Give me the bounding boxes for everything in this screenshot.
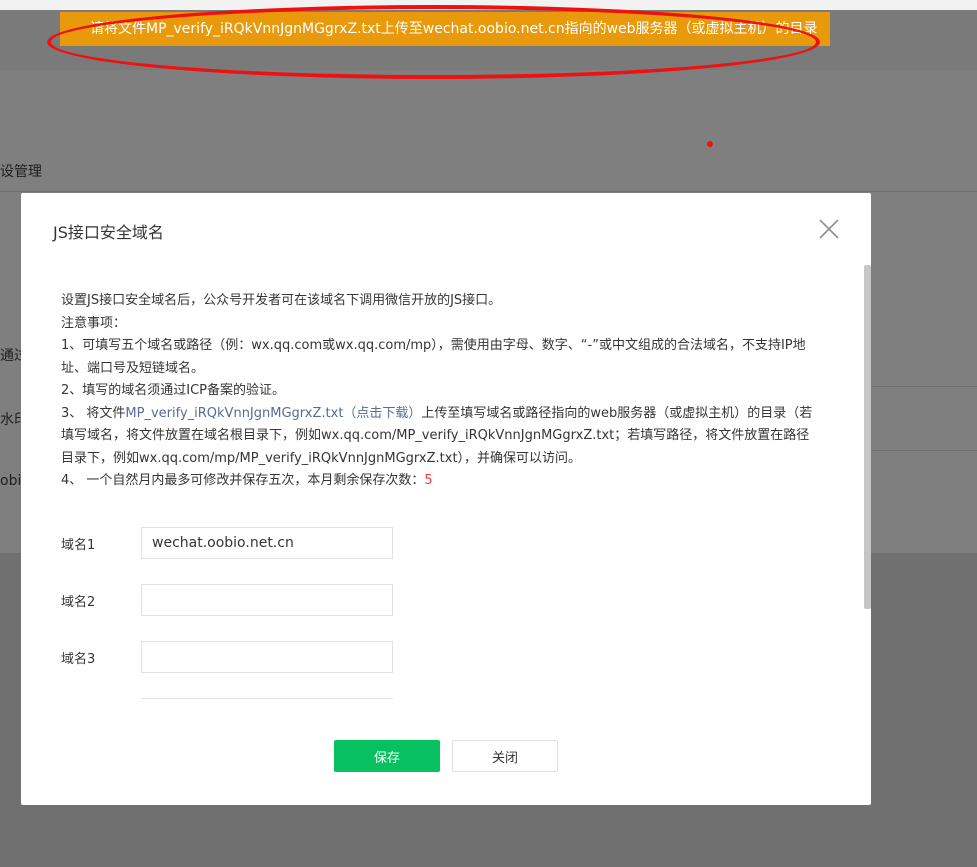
note-2: 2、填写的域名须通过ICP备案的验证。 bbox=[61, 383, 286, 398]
js-domain-dialog: JS接口安全域名 设置JS接口安全域名后，公众号开发者可在该域名下调用微信开放的… bbox=[21, 193, 871, 805]
note-3: 3、 将文件MP_verify_iRQkVnnJgnMGgrxZ.txt（点击下… bbox=[61, 403, 819, 471]
note-3-prefix: 3、 将文件 bbox=[61, 405, 126, 421]
note-4: 4、 一个自然月内最多可修改并保存五次，本月剩余保存次数：5 bbox=[61, 470, 819, 493]
domain-input-1[interactable] bbox=[141, 527, 393, 559]
domain-input-3[interactable] bbox=[141, 641, 393, 673]
note-1: 1、可填写五个域名或路径（例：wx.qq.com或wx.qq.com/mp），需… bbox=[61, 338, 806, 376]
note-4-prefix: 4、 一个自然月内最多可修改并保存五次，本月剩余保存次数： bbox=[61, 473, 425, 488]
domain-label-3: 域名3 bbox=[61, 652, 96, 667]
intro-text: 设置JS接口安全域名后，公众号开发者可在该域名下调用微信开放的JS接口。 bbox=[61, 293, 502, 308]
divider bbox=[870, 386, 977, 387]
remaining-count: 5 bbox=[424, 473, 433, 488]
dialog-description: 设置JS接口安全域名后，公众号开发者可在该域名下调用微信开放的JS接口。 注意事… bbox=[61, 290, 819, 493]
annotation-ellipse bbox=[47, 5, 820, 79]
download-file-link[interactable]: MP_verify_iRQkVnnJgnMGgrxZ.txt（点击下载） bbox=[125, 406, 421, 421]
domain-label-2: 域名2 bbox=[61, 595, 96, 610]
dialog-scrollbar[interactable] bbox=[864, 265, 871, 609]
domain-input-4-partial[interactable] bbox=[141, 698, 393, 705]
dialog-title: JS接口安全域名 bbox=[53, 223, 164, 242]
close-icon[interactable] bbox=[818, 218, 840, 240]
domain-label-1: 域名1 bbox=[61, 538, 96, 553]
domain-input-2[interactable] bbox=[141, 584, 393, 616]
divider bbox=[870, 450, 977, 451]
notes-heading: 注意事项： bbox=[61, 315, 127, 331]
background-menu-text: 设管理 bbox=[0, 164, 42, 180]
close-button[interactable]: 关闭 bbox=[452, 740, 558, 772]
divider bbox=[0, 191, 977, 192]
annotation-dot bbox=[707, 141, 713, 147]
save-button[interactable]: 保存 bbox=[334, 740, 440, 772]
